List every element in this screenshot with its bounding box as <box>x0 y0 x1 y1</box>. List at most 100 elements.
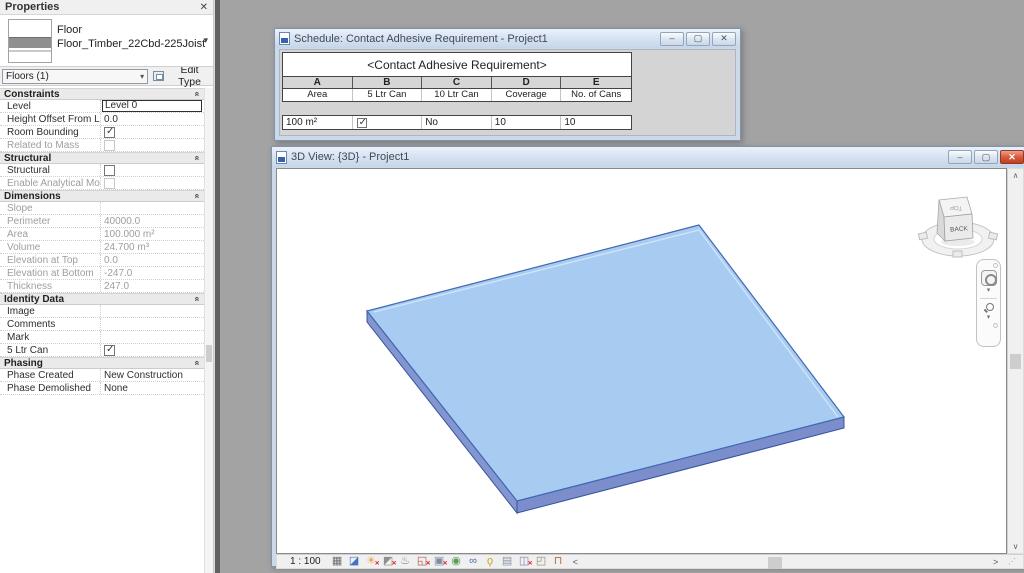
scrollbar-thumb[interactable] <box>1010 354 1021 369</box>
vertical-scrollbar[interactable]: ∧ ∨ <box>1007 168 1024 554</box>
close-icon[interactable]: ✕ <box>200 2 208 13</box>
view-titlebar[interactable]: 3D View: {3D} - Project1 – ▢ ✕ <box>272 147 1024 167</box>
collapse-icon[interactable]: « <box>192 296 202 301</box>
property-value[interactable] <box>101 331 204 343</box>
revit-workspace: { "icons": { "close": "✕", "minimize": "… <box>0 0 1024 573</box>
type-family: Floor <box>57 23 205 37</box>
property-value[interactable]: Level 0 <box>101 100 204 112</box>
checkbox-checked[interactable] <box>104 345 115 356</box>
column-header-area[interactable]: Area <box>283 89 353 101</box>
scroll-down-icon[interactable]: ∨ <box>1008 542 1023 551</box>
steering-wheel-icon[interactable] <box>981 270 997 286</box>
viewcube-front-label[interactable]: BACK <box>950 225 969 233</box>
property-value[interactable]: None <box>101 382 204 394</box>
property-value: 0.0 <box>101 254 204 266</box>
rendering-dialog-icon[interactable]: ♨ <box>399 555 412 568</box>
collapse-icon[interactable]: « <box>192 193 202 198</box>
close-button[interactable]: ✕ <box>1000 150 1024 164</box>
scroll-left-icon[interactable]: < <box>573 557 578 567</box>
hscrollbar-thumb[interactable] <box>768 557 782 569</box>
scrollbar-thumb[interactable] <box>206 345 212 362</box>
column-header-10-ltr-can[interactable]: 10 Ltr Can <box>422 89 492 101</box>
section-header-phasing[interactable]: Phasing« <box>0 357 204 369</box>
minimize-button[interactable]: – <box>948 150 972 164</box>
property-value: 40000.0 <box>101 215 204 227</box>
property-value[interactable] <box>101 126 204 138</box>
navbar-options-icon[interactable] <box>993 323 998 328</box>
rvt-file-icon <box>279 32 290 45</box>
collapse-icon[interactable]: « <box>192 91 202 96</box>
shadows-icon[interactable]: ◩✕ <box>382 555 395 568</box>
section-header-identity-data[interactable]: Identity Data« <box>0 293 204 305</box>
column-letter-a[interactable]: A <box>283 77 353 88</box>
chevron-down-icon[interactable]: ▾ <box>987 315 991 321</box>
schedule-column-headers: Area5 Ltr Can10 Ltr CanCoverageNo. of Ca… <box>282 89 632 102</box>
reveal-hidden-icon[interactable]: ϙ <box>484 555 497 568</box>
column-letter-d[interactable]: D <box>492 77 562 88</box>
reveal-constraints-icon[interactable]: ⊓ <box>552 555 565 568</box>
chevron-down-icon[interactable]: ▾ <box>203 35 208 46</box>
section-header-structural[interactable]: Structural« <box>0 152 204 164</box>
crop-view-icon[interactable]: ◱✕ <box>416 555 429 568</box>
properties-panel-header[interactable]: Properties ✕ <box>0 0 213 15</box>
minimize-button[interactable]: – <box>660 32 684 46</box>
column-letter-b[interactable]: B <box>353 77 423 88</box>
section-header-constraints[interactable]: Constraints« <box>0 88 204 100</box>
property-value[interactable]: New Construction <box>101 369 204 381</box>
floor-slab-element[interactable] <box>367 225 844 513</box>
element-filter-combo[interactable]: Floors (1) ▾ <box>2 69 148 84</box>
column-header-5-ltr-can[interactable]: 5 Ltr Can <box>353 89 423 101</box>
resize-grip[interactable]: ⋰ <box>1008 557 1016 566</box>
checkbox-unchecked[interactable] <box>104 165 115 176</box>
type-name: Floor_Timber_22Cbd-225Joist <box>57 37 205 51</box>
schedule-cell-coverage[interactable]: 10 <box>492 116 562 129</box>
properties-scrollbar[interactable] <box>204 88 213 573</box>
column-letter-c[interactable]: C <box>422 77 492 88</box>
section-header-dimensions[interactable]: Dimensions« <box>0 190 204 202</box>
schedule-cell-no-of-cans[interactable]: 10 <box>561 116 631 129</box>
property-value[interactable] <box>101 318 204 330</box>
property-value[interactable] <box>101 344 204 356</box>
analytical-model-icon[interactable]: ◫✕ <box>518 555 531 568</box>
collapse-icon[interactable]: « <box>192 360 202 365</box>
detail-level-icon[interactable]: ▦ <box>331 555 344 568</box>
column-header-no-of-cans[interactable]: No. of Cans <box>561 89 631 101</box>
maximize-button[interactable]: ▢ <box>974 150 998 164</box>
focused-value-field[interactable]: Level 0 <box>102 100 202 112</box>
visual-style-icon[interactable]: ◪ <box>348 555 361 568</box>
scroll-right-icon[interactable]: > <box>993 557 998 567</box>
edit-type-button[interactable]: Edit Type <box>153 68 211 84</box>
restore-button[interactable]: ▢ <box>686 32 710 46</box>
panel-divider[interactable] <box>214 0 220 573</box>
checkbox-checked[interactable] <box>104 127 115 138</box>
zoom-tool-icon[interactable] <box>984 303 994 313</box>
viewcube[interactable]: TOP BACK <box>918 197 997 257</box>
displacement-sets-icon[interactable]: ◰ <box>535 555 548 568</box>
off-badge-icon: ✕ <box>375 558 380 571</box>
schedule-cell-10-ltr-can[interactable]: No <box>422 116 492 129</box>
view-window-title: 3D View: {3D} - Project1 <box>291 151 409 163</box>
scale-button[interactable]: 1 : 100 <box>290 556 321 567</box>
collapse-icon[interactable]: « <box>192 155 202 160</box>
schedule-cell-area[interactable]: 100 m² <box>283 116 353 129</box>
sun-path-icon[interactable]: ☀✕ <box>365 555 378 568</box>
drawing-canvas[interactable]: TOP BACK ▾ ▾ <box>276 168 1007 554</box>
scroll-up-icon[interactable]: ∧ <box>1008 171 1023 180</box>
chevron-down-icon[interactable]: ▾ <box>987 288 991 294</box>
column-letter-e[interactable]: E <box>561 77 631 88</box>
navbar-pin-icon[interactable] <box>993 263 998 268</box>
crop-region-icon[interactable]: ▣✕ <box>433 555 446 568</box>
temporary-hide-isolate-icon[interactable]: ∞ <box>467 555 480 568</box>
lock-3d-view-icon[interactable]: ◉ <box>450 555 463 568</box>
column-header-coverage[interactable]: Coverage <box>492 89 562 101</box>
temporary-view-properties-icon[interactable]: ▤ <box>501 555 514 568</box>
checkbox-checked[interactable] <box>357 118 367 128</box>
schedule-cell-5-ltr-can[interactable] <box>353 116 423 129</box>
close-button[interactable]: ✕ <box>712 32 736 46</box>
property-value[interactable] <box>101 164 204 176</box>
property-value[interactable]: 0.0 <box>101 113 204 125</box>
schedule-titlebar[interactable]: Schedule: Contact Adhesive Requirement -… <box>275 29 740 48</box>
type-selector[interactable]: Floor Floor_Timber_22Cbd-225Joist ▾ <box>0 15 213 67</box>
property-value[interactable] <box>101 305 204 317</box>
viewcube-top-label[interactable]: TOP <box>950 203 963 210</box>
